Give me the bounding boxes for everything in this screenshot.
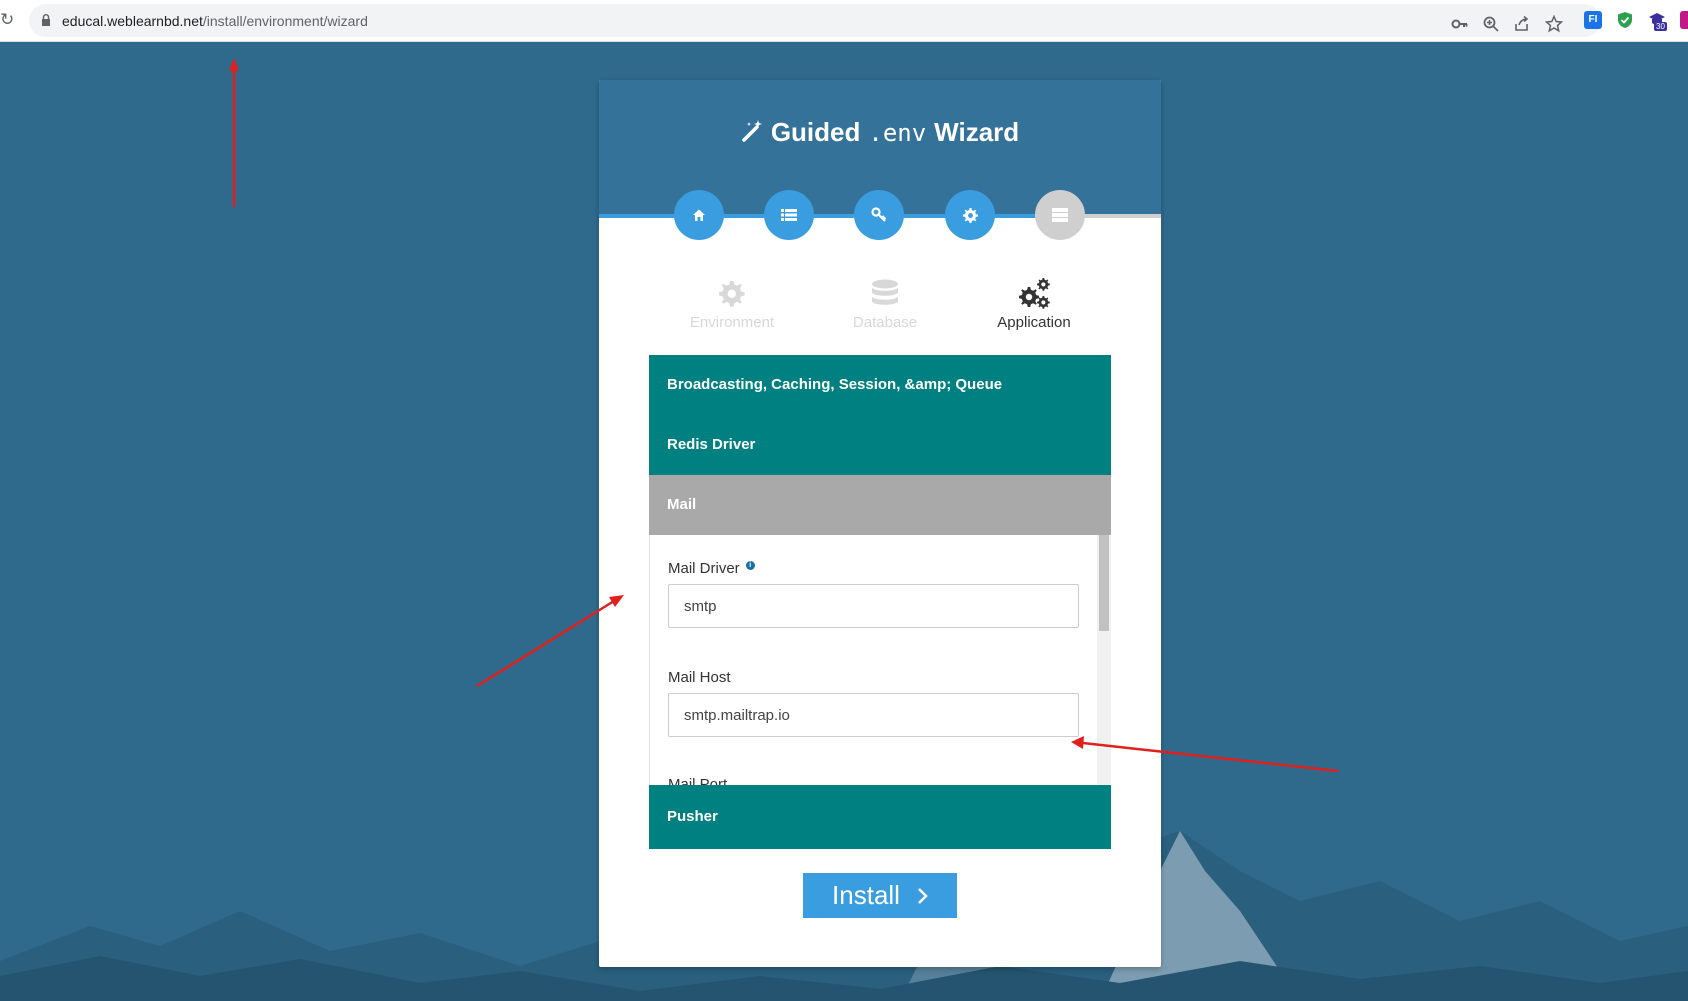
- server-icon: [1052, 208, 1068, 222]
- lock-icon: [42, 14, 50, 26]
- mail-driver-label: Mail Driver i: [668, 560, 755, 577]
- step-requirements[interactable]: [764, 190, 814, 240]
- gear-icon: [719, 281, 745, 307]
- title-env: .env: [868, 119, 927, 147]
- extension-fi-icon[interactable]: FI: [1584, 11, 1602, 29]
- mail-driver-input[interactable]: [668, 584, 1079, 628]
- extension-cap-icon[interactable]: 30: [1648, 11, 1667, 31]
- extension-partial-icon[interactable]: [1680, 11, 1688, 29]
- home-icon: [693, 209, 705, 221]
- tab-label-application: Application: [997, 314, 1071, 331]
- mail-host-input[interactable]: [668, 693, 1079, 737]
- wizard-title: Guided .env Wizard: [599, 117, 1161, 148]
- info-icon[interactable]: i: [745, 561, 755, 570]
- settings-accordion: Broadcasting, Caching, Session, &amp; Qu…: [649, 355, 1111, 849]
- extension-badge: 30: [1654, 22, 1667, 31]
- address-bar[interactable]: educal.weblearnbd.net/install/environmen…: [29, 4, 1601, 37]
- chevron-right-icon: [918, 887, 928, 904]
- mail-driver-label-text: Mail Driver: [668, 560, 740, 577]
- annotation-arrow-up: [229, 58, 239, 207]
- tab-application[interactable]: Application: [964, 278, 1104, 331]
- mail-scrollbar[interactable]: [1097, 535, 1111, 785]
- section-pusher-header[interactable]: Pusher: [649, 785, 1111, 849]
- section-mail-header[interactable]: Mail: [649, 475, 1111, 535]
- reload-icon[interactable]: ↻: [0, 11, 14, 29]
- tab-label-database: Database: [852, 314, 918, 331]
- section-redis-header[interactable]: Redis Driver: [649, 415, 1111, 475]
- wizard-tabs: Environment Database Application: [599, 278, 1161, 338]
- url-text: educal.weblearnbd.net/install/environmen…: [62, 13, 368, 29]
- tab-label-environment: Environment: [689, 314, 775, 331]
- browser-toolbar: ↻ educal.weblearnbd.net/install/environm…: [0, 0, 1688, 42]
- url-path: /install/environment/wizard: [202, 13, 368, 29]
- bookmark-star-icon[interactable]: [1545, 15, 1563, 33]
- scrollbar-thumb[interactable]: [1099, 535, 1109, 631]
- key-icon[interactable]: [1451, 15, 1469, 33]
- database-icon: [872, 279, 898, 305]
- magic-wand-icon: [742, 120, 762, 142]
- install-label: Install: [832, 880, 900, 910]
- key-icon: [871, 207, 887, 222]
- mail-section-body: Mail Driver i Mail Host Mail Port: [649, 535, 1111, 785]
- gear-icon: [962, 207, 978, 223]
- mail-host-label: Mail Host: [668, 669, 731, 686]
- gears-icon: [1019, 278, 1050, 309]
- shield-extension-icon[interactable]: [1616, 11, 1634, 29]
- section-broadcasting-header[interactable]: Broadcasting, Caching, Session, &amp; Qu…: [649, 355, 1111, 415]
- install-button[interactable]: Install: [803, 873, 957, 918]
- list-icon: [781, 209, 797, 221]
- tab-environment[interactable]: Environment: [662, 278, 802, 331]
- step-final[interactable]: [1035, 190, 1085, 240]
- title-guided: Guided: [770, 117, 861, 147]
- step-environment[interactable]: [945, 190, 995, 240]
- mail-port-label: Mail Port: [668, 776, 728, 785]
- url-host: educal.weblearnbd.net: [62, 13, 203, 29]
- zoom-icon[interactable]: [1482, 15, 1500, 33]
- step-home[interactable]: [674, 190, 724, 240]
- tab-database[interactable]: Database: [815, 278, 955, 331]
- installer-card: Guided .env Wizard Environment Database …: [599, 80, 1161, 967]
- step-permissions[interactable]: [854, 190, 904, 240]
- share-icon[interactable]: [1513, 15, 1531, 33]
- title-wizard: Wizard: [934, 117, 1020, 147]
